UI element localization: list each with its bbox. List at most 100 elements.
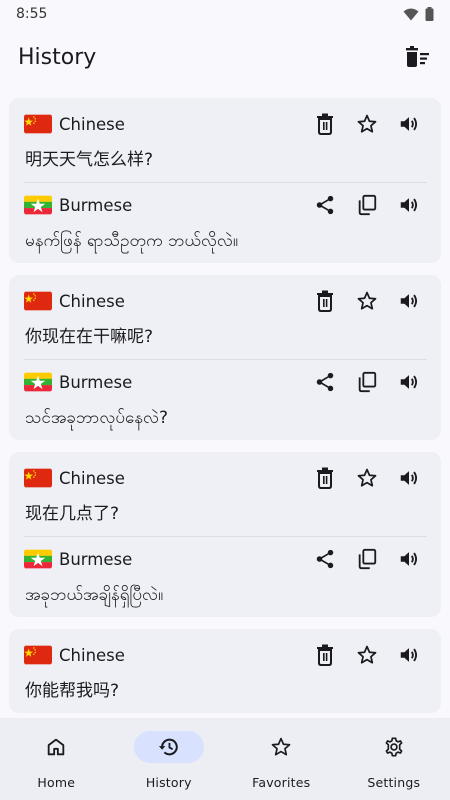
nav-favorites[interactable]: Favorites bbox=[225, 718, 338, 800]
bottom-navigation: Home History Favorites Settings bbox=[0, 718, 450, 800]
trash-icon bbox=[317, 290, 333, 312]
favorite-button[interactable] bbox=[349, 639, 385, 671]
copy-button[interactable] bbox=[349, 189, 385, 221]
divider bbox=[24, 359, 427, 360]
star-outline-icon bbox=[357, 114, 377, 133]
source-language-label: Chinese bbox=[59, 645, 125, 665]
gear-icon bbox=[385, 737, 403, 757]
speaker-icon bbox=[400, 198, 418, 212]
status-icons bbox=[403, 7, 434, 21]
speaker-icon bbox=[400, 294, 418, 308]
nav-history[interactable]: History bbox=[113, 718, 226, 800]
delete-button[interactable] bbox=[307, 462, 343, 494]
target-actions bbox=[307, 366, 427, 398]
favorite-button[interactable] bbox=[349, 285, 385, 317]
target-actions bbox=[307, 189, 427, 221]
copy-icon bbox=[358, 548, 377, 570]
star-icon bbox=[271, 737, 291, 756]
divider bbox=[24, 536, 427, 537]
status-time: 8:55 bbox=[16, 6, 48, 22]
source-flag bbox=[24, 645, 52, 665]
nav-settings-pill bbox=[359, 731, 429, 763]
share-icon bbox=[316, 195, 334, 215]
speak-source-button[interactable] bbox=[391, 108, 427, 140]
source-actions bbox=[307, 639, 427, 671]
target-language-label: Burmese bbox=[59, 549, 133, 569]
battery-icon bbox=[425, 7, 434, 21]
copy-button[interactable] bbox=[349, 366, 385, 398]
source-actions bbox=[307, 462, 427, 494]
speak-target-button[interactable] bbox=[391, 189, 427, 221]
target-actions bbox=[307, 543, 427, 575]
share-button[interactable] bbox=[307, 543, 343, 575]
source-language-label: Chinese bbox=[59, 291, 125, 311]
speaker-icon bbox=[400, 552, 418, 566]
copy-icon bbox=[358, 194, 377, 216]
nav-settings[interactable]: Settings bbox=[338, 718, 450, 800]
target-flag bbox=[24, 372, 52, 392]
nav-home[interactable]: Home bbox=[0, 718, 113, 800]
nav-home-label: Home bbox=[37, 775, 76, 790]
history-card[interactable]: Chinese 现在几点了? Burmese အခုဘယ်အချိန်ရှိပြီလဲ… bbox=[9, 452, 441, 617]
source-language-label: Chinese bbox=[59, 114, 125, 134]
clear-history-button[interactable] bbox=[400, 39, 436, 75]
source-actions bbox=[307, 285, 427, 317]
target-language-label: Burmese bbox=[59, 372, 133, 392]
history-card[interactable]: Chinese 你能帮我吗? bbox=[9, 629, 441, 713]
share-button[interactable] bbox=[307, 189, 343, 221]
speak-target-button[interactable] bbox=[391, 543, 427, 575]
source-text: 明天天气怎么样? bbox=[25, 150, 154, 170]
target-text: သင်အခုဘာလုပ်နေလဲ? bbox=[25, 408, 169, 428]
trash-icon bbox=[317, 467, 333, 489]
speaker-icon bbox=[400, 375, 418, 389]
favorite-button[interactable] bbox=[349, 108, 385, 140]
source-flag bbox=[24, 114, 52, 134]
nav-history-pill bbox=[133, 731, 204, 763]
speak-source-button[interactable] bbox=[391, 285, 427, 317]
delete-button[interactable] bbox=[307, 285, 343, 317]
source-flag bbox=[24, 291, 52, 311]
copy-button[interactable] bbox=[349, 543, 385, 575]
delete-button[interactable] bbox=[307, 108, 343, 140]
share-button[interactable] bbox=[307, 366, 343, 398]
history-icon bbox=[158, 738, 178, 756]
speak-source-button[interactable] bbox=[391, 639, 427, 671]
speaker-icon bbox=[400, 471, 418, 485]
china-flag-icon bbox=[24, 645, 52, 665]
target-header: Burmese bbox=[24, 189, 427, 221]
history-card[interactable]: Chinese 明天天气怎么样? Burmese မနက်ဖြန် ရာသီဥတုက … bbox=[9, 98, 441, 263]
favorite-button[interactable] bbox=[349, 462, 385, 494]
target-flag bbox=[24, 549, 52, 569]
nav-favorites-label: Favorites bbox=[252, 775, 311, 790]
nav-favorites-pill bbox=[246, 731, 316, 763]
star-outline-icon bbox=[357, 645, 377, 664]
share-icon bbox=[316, 549, 334, 569]
target-header: Burmese bbox=[24, 543, 427, 575]
status-bar: 8:55 bbox=[0, 0, 450, 28]
source-language-label: Chinese bbox=[59, 468, 125, 488]
source-text: 你能帮我吗? bbox=[25, 681, 120, 701]
history-list: Chinese 明天天气怎么样? Burmese မနက်ဖြန် ရာသီဥတုက … bbox=[0, 96, 450, 718]
target-flag bbox=[24, 195, 52, 215]
speak-target-button[interactable] bbox=[391, 366, 427, 398]
wifi-icon bbox=[403, 8, 419, 20]
star-outline-icon bbox=[357, 468, 377, 487]
speak-source-button[interactable] bbox=[391, 462, 427, 494]
target-text: အခုဘယ်အချိန်ရှိပြီလဲ။ bbox=[25, 585, 164, 605]
trash-icon bbox=[317, 113, 333, 135]
speaker-icon bbox=[400, 648, 418, 662]
nav-history-label: History bbox=[145, 775, 192, 790]
myanmar-flag-icon bbox=[24, 549, 52, 569]
history-card[interactable]: Chinese 你现在在干嘛呢? Burmese သင်အခုဘာလုပ်နေလဲ? bbox=[9, 275, 441, 440]
share-icon bbox=[316, 372, 334, 392]
source-header: Chinese bbox=[24, 108, 427, 140]
source-flag bbox=[24, 468, 52, 488]
star-outline-icon bbox=[357, 291, 377, 310]
source-text: 现在几点了? bbox=[25, 504, 120, 524]
source-text: 你现在在干嘛呢? bbox=[25, 327, 154, 347]
source-header: Chinese bbox=[24, 285, 427, 317]
delete-button[interactable] bbox=[307, 639, 343, 671]
speaker-icon bbox=[400, 117, 418, 131]
page-title: History bbox=[18, 44, 97, 70]
china-flag-icon bbox=[24, 291, 52, 311]
